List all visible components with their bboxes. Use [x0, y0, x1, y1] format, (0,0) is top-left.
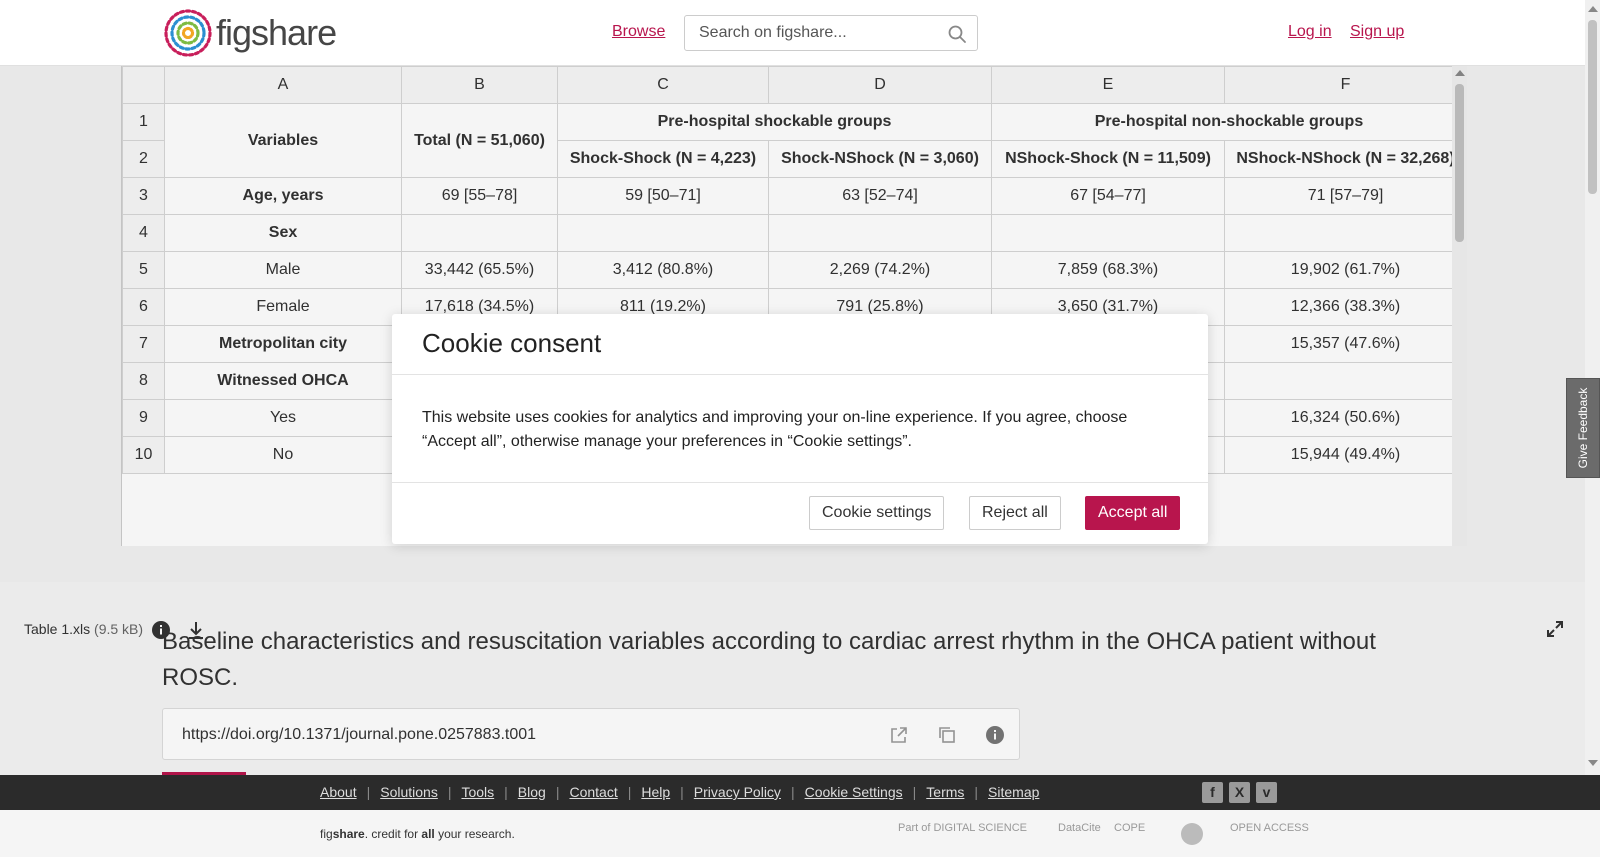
- cookie-consent-dialog: Cookie consent This website uses cookies…: [392, 314, 1208, 544]
- separator: |: [555, 784, 560, 800]
- scroll-down-arrow[interactable]: [1588, 760, 1598, 766]
- footer-link[interactable]: Contact: [569, 784, 617, 800]
- open-access-logo[interactable]: OPEN ACCESS: [1230, 822, 1309, 834]
- scrollbar-thumb[interactable]: [1588, 20, 1597, 194]
- feedback-label: Give Feedback: [1576, 387, 1590, 469]
- footer-link[interactable]: Help: [641, 784, 670, 800]
- x-twitter-icon[interactable]: X: [1229, 782, 1250, 803]
- figshare-logo-icon: [164, 9, 212, 57]
- dialog-body: This website uses cookies for analytics …: [422, 409, 1128, 450]
- logo-text-share: share: [251, 12, 337, 53]
- footer-tagline: figshare. credit for all your research.: [320, 827, 515, 841]
- search-icon[interactable]: [947, 24, 967, 44]
- search-box[interactable]: [684, 15, 978, 51]
- partner-label: OPEN ACCESS: [1230, 822, 1309, 834]
- signup-link[interactable]: Sign up: [1350, 23, 1404, 41]
- scroll-up-arrow[interactable]: [1588, 6, 1598, 12]
- login-link[interactable]: Log in: [1288, 23, 1332, 41]
- digital-science-logo[interactable]: Part of DIGITAL SCIENCE: [898, 822, 1027, 834]
- seal-logo-icon[interactable]: [1180, 822, 1204, 846]
- figshare-logo[interactable]: figshare: [162, 8, 337, 58]
- separator: |: [366, 784, 371, 800]
- footer-link[interactable]: Sitemap: [988, 784, 1039, 800]
- tagline-part: fig: [320, 827, 333, 841]
- separator: |: [680, 784, 684, 800]
- reject-all-button[interactable]: Reject all: [969, 496, 1061, 530]
- dialog-title: Cookie consent: [422, 328, 602, 358]
- partner-label: Part of DIGITAL SCIENCE: [898, 822, 1027, 834]
- separator: |: [447, 784, 452, 800]
- logo-text-fig: fig: [216, 12, 252, 53]
- divider: [392, 482, 1208, 483]
- footer-bottom: figshare. credit for all your research. …: [0, 810, 1600, 857]
- search-input[interactable]: [699, 24, 929, 42]
- partner-label: DataCite: [1058, 822, 1101, 834]
- footer-link[interactable]: Privacy Policy: [694, 784, 781, 800]
- partner-label: COPE: [1114, 822, 1146, 834]
- accept-all-button[interactable]: Accept all: [1085, 496, 1181, 530]
- separator: |: [790, 784, 795, 800]
- footer-link[interactable]: Blog: [518, 784, 546, 800]
- tagline-all: all: [421, 827, 435, 841]
- datacite-logo[interactable]: DataCite: [1058, 822, 1101, 834]
- tagline-part: . credit for: [364, 827, 422, 841]
- footer-link[interactable]: Cookie Settings: [805, 784, 903, 800]
- separator: |: [912, 784, 917, 800]
- footer-link[interactable]: Tools: [461, 784, 494, 800]
- footer-links: About | Solutions | Tools | Blog | Contact | Help |…: [320, 784, 1039, 800]
- logo-text: figshare: [216, 12, 337, 54]
- separator: |: [974, 784, 979, 800]
- footer-link[interactable]: Solutions: [380, 784, 438, 800]
- footer-link[interactable]: About: [320, 784, 357, 800]
- vimeo-icon[interactable]: v: [1256, 782, 1277, 803]
- browse-link[interactable]: Browse: [612, 23, 665, 41]
- give-feedback-tab[interactable]: Give Feedback: [1566, 378, 1600, 478]
- tagline-part: your research.: [434, 827, 515, 841]
- footer-nav: About | Solutions | Tools | Blog | Contact | Help |…: [0, 775, 1600, 810]
- separator: |: [504, 784, 508, 800]
- tagline-brand: share: [332, 827, 365, 841]
- cope-logo[interactable]: COPE: [1114, 822, 1145, 834]
- site-header: figshare Browse Log in Sign up: [0, 0, 1600, 66]
- separator: |: [627, 784, 632, 800]
- divider: [392, 374, 1208, 375]
- facebook-icon[interactable]: f: [1202, 782, 1223, 803]
- footer-link[interactable]: Terms: [926, 784, 964, 800]
- cookie-settings-button[interactable]: Cookie settings: [809, 496, 945, 530]
- seal-icon: [1181, 823, 1203, 845]
